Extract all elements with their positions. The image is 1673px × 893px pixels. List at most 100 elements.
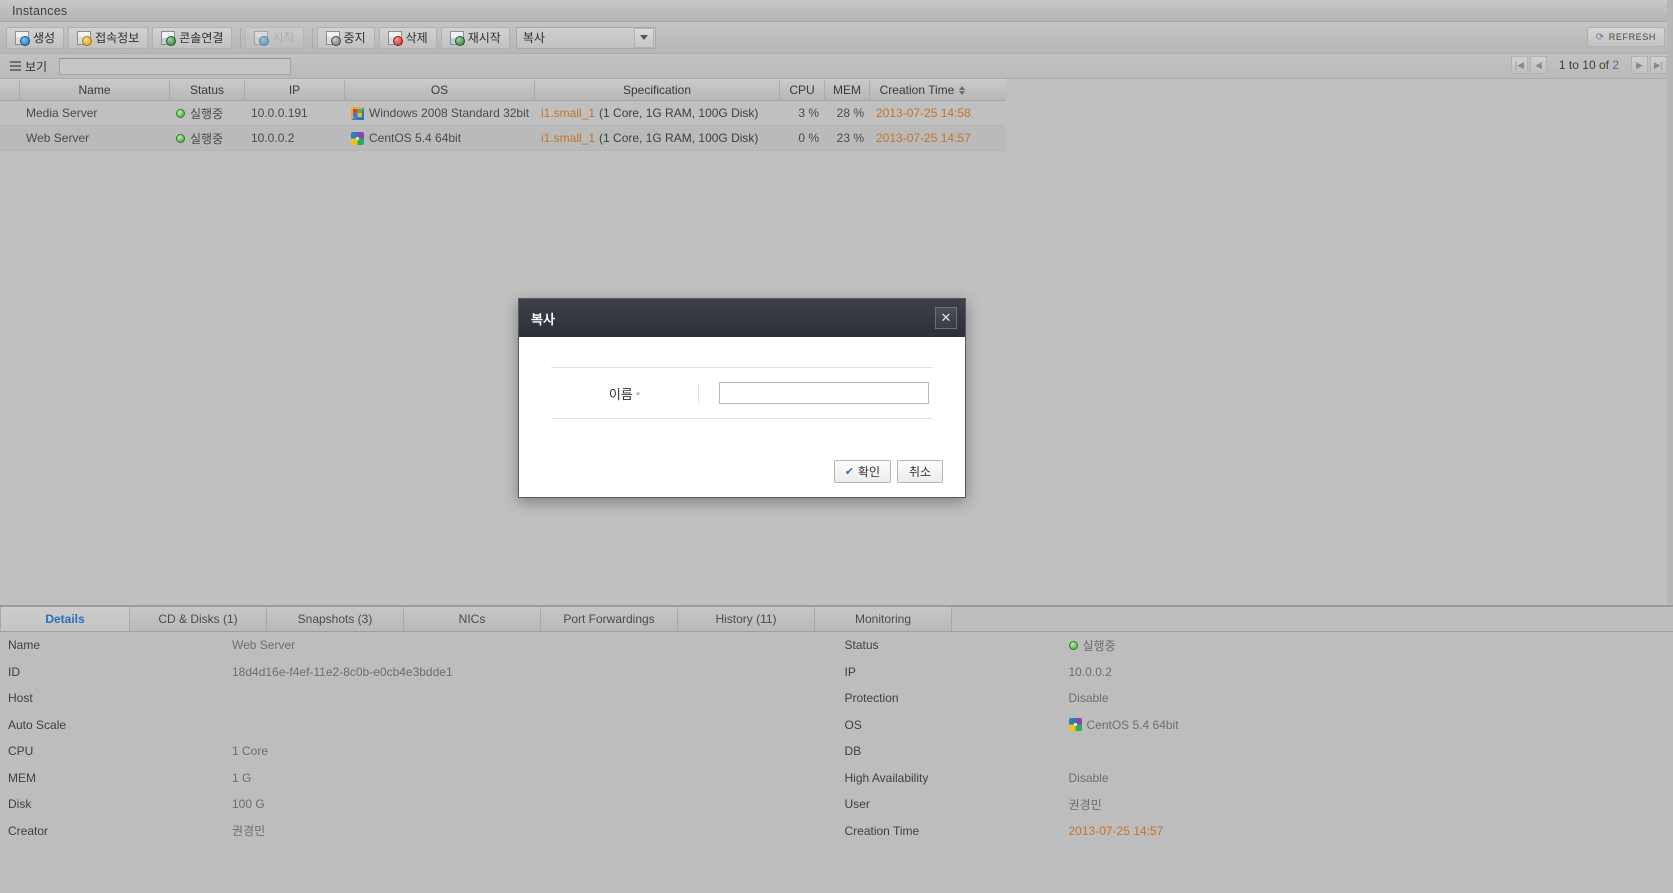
table-row[interactable]: Web Server 실행중 10.0.0.2 CentOS 5.4 64bit… xyxy=(0,126,1006,151)
detail-label-ip: IP xyxy=(844,664,856,679)
column-header-specification[interactable]: Specification xyxy=(535,80,780,100)
cancel-button[interactable]: 취소 xyxy=(897,460,943,483)
console-connect-button[interactable]: 콘솔연결 xyxy=(152,26,233,49)
detail-row-cpu: CPU 1 Core xyxy=(0,738,837,765)
detail-label-disk: Disk xyxy=(8,797,32,812)
view-button[interactable]: 보기 xyxy=(6,58,51,75)
search-toolbar: 보기 |◀ ◀ 1 to 10 of 2 ▶ ▶| xyxy=(0,54,1673,79)
details-left-column: Name Web Server ID 18d4d16e-f4ef-11e2-8c… xyxy=(0,632,837,844)
windows-icon xyxy=(351,106,364,120)
dialog-name-label-text: 이름 xyxy=(608,386,633,402)
detail-value-creation-time: 2013-07-25 14:57 xyxy=(1068,823,1164,838)
start-icon xyxy=(254,30,270,46)
delete-button-label: 삭제 xyxy=(405,31,428,45)
connection-info-button[interactable]: 접속정보 xyxy=(68,26,149,49)
details-grid: Name Web Server ID 18d4d16e-f4ef-11e2-8c… xyxy=(0,632,1673,844)
cell-specification-detail: (1 Core, 1G RAM, 100G Disk) xyxy=(599,131,759,145)
list-icon xyxy=(10,60,21,72)
tab-snapshots[interactable]: Snapshots (3) xyxy=(267,607,404,631)
dialog-body: 이름 * xyxy=(519,337,965,419)
application-window: Instances 생성 접속정보 콘솔연결 시작 중지 삭제 재시작 복사 ⟳… xyxy=(0,0,1673,893)
stop-button[interactable]: 중지 xyxy=(316,26,375,49)
check-icon: ✔ xyxy=(844,466,854,478)
sort-icon xyxy=(959,85,966,95)
cell-name: Media Server xyxy=(26,106,98,120)
column-header-select[interactable] xyxy=(0,80,20,100)
cell-ip: 10.0.0.2 xyxy=(251,131,295,145)
search-input[interactable] xyxy=(59,57,292,75)
table-row[interactable]: Media Server 실행중 10.0.0.191 Windows 2008… xyxy=(0,101,1006,126)
action-combo[interactable]: 복사 xyxy=(515,26,656,49)
column-header-status[interactable]: Status xyxy=(170,80,245,100)
cell-specification: i1.small_1 (1 Core, 1G RAM, 100G Disk) xyxy=(535,106,780,120)
dialog-header: 복사 ✕ xyxy=(519,299,965,337)
start-button: 시작 xyxy=(245,26,304,49)
chevron-down-icon[interactable] xyxy=(633,27,654,48)
pagination-range-prefix: 1 to 10 of xyxy=(1558,58,1609,72)
detail-label-creator: Creator xyxy=(8,823,49,838)
detail-row-ip: IP 10.0.0.2 xyxy=(837,659,1673,686)
details-tabs: Details CD & Disks (1) Snapshots (3) NIC… xyxy=(0,607,1673,632)
prev-page-button[interactable]: ◀ xyxy=(1529,56,1547,74)
cell-specification-detail: (1 Core, 1G RAM, 100G Disk) xyxy=(599,106,759,120)
detail-label-status: Status xyxy=(844,638,879,653)
create-button[interactable]: 생성 xyxy=(6,26,65,49)
column-header-os[interactable]: OS xyxy=(345,80,535,100)
cell-mem: 23 % xyxy=(836,131,864,145)
column-header-creation-time-label: Creation Time xyxy=(879,83,955,97)
detail-value-mem: 1 G xyxy=(232,770,252,785)
toolbar-separator-2 xyxy=(311,27,313,48)
cell-status-label: 실행중 xyxy=(190,106,224,121)
column-header-name[interactable]: Name xyxy=(20,80,170,100)
cell-creation-time: 2013-07-25 14:58 xyxy=(876,106,971,120)
detail-label-user: User xyxy=(844,797,870,812)
detail-row-host: Host xyxy=(0,685,837,712)
cell-specification-name: i1.small_1 xyxy=(541,106,596,120)
refresh-icon: ⟳ xyxy=(1595,31,1605,43)
tab-monitoring[interactable]: Monitoring xyxy=(815,607,952,631)
detail-row-auto-scale: Auto Scale xyxy=(0,712,837,739)
cell-os: CentOS 5.4 64bit xyxy=(345,131,535,145)
cell-specification: i1.small_1 (1 Core, 1G RAM, 100G Disk) xyxy=(535,131,780,145)
tab-history[interactable]: History (11) xyxy=(678,607,815,631)
detail-value-cpu: 1 Core xyxy=(232,744,269,759)
console-connect-button-label: 콘솔연결 xyxy=(179,31,224,45)
refresh-button[interactable]: ⟳ REFRESH xyxy=(1586,27,1665,47)
detail-value-creator: 권경민 xyxy=(232,824,266,839)
detail-label-auto-scale: Auto Scale xyxy=(8,717,67,732)
detail-row-creator: Creator 권경민 xyxy=(0,818,837,845)
tab-nics[interactable]: NICs xyxy=(404,607,541,631)
detail-row-user: User 권경민 xyxy=(837,791,1673,818)
console-icon xyxy=(161,30,177,46)
next-page-button[interactable]: ▶ xyxy=(1631,56,1648,74)
detail-label-host: Host xyxy=(8,691,33,706)
delete-button[interactable]: 삭제 xyxy=(378,26,437,49)
tab-port-forwardings[interactable]: Port Forwardings xyxy=(541,607,678,631)
detail-label-cpu: CPU xyxy=(8,744,34,759)
detail-row-disk: Disk 100 G xyxy=(0,791,837,818)
column-header-cpu[interactable]: CPU xyxy=(780,80,825,100)
copy-dialog: 복사 ✕ 이름 * ✔ 확인 취소 xyxy=(518,298,966,498)
first-page-button[interactable]: |◀ xyxy=(1510,56,1528,74)
confirm-button[interactable]: ✔ 확인 xyxy=(833,460,891,483)
confirm-button-label: 확인 xyxy=(857,465,880,479)
detail-label-protection: Protection xyxy=(844,691,899,706)
tab-details[interactable]: Details xyxy=(0,607,130,631)
vertical-scrollbar[interactable] xyxy=(1667,0,1673,608)
detail-value-disk: 100 G xyxy=(232,797,265,812)
last-page-button[interactable]: ▶| xyxy=(1650,56,1667,74)
close-icon[interactable]: ✕ xyxy=(935,307,957,329)
restart-button[interactable]: 재시작 xyxy=(440,26,510,49)
column-header-ip[interactable]: IP xyxy=(245,80,345,100)
status-running-icon xyxy=(176,108,185,118)
cell-os: Windows 2008 Standard 32bit xyxy=(345,106,535,120)
column-header-mem[interactable]: MEM xyxy=(825,80,870,100)
column-header-creation-time[interactable]: Creation Time xyxy=(870,80,975,100)
tab-cd-disks[interactable]: CD & Disks (1) xyxy=(130,607,267,631)
detail-row-status: Status 실행중 xyxy=(837,632,1673,659)
dialog-name-input[interactable] xyxy=(719,382,929,404)
detail-value-protection: Disable xyxy=(1068,691,1109,706)
cell-name: Web Server xyxy=(26,131,90,145)
details-right-column: Status 실행중 IP 10.0.0.2 Protection Disabl… xyxy=(837,632,1673,844)
cell-status: 실행중 xyxy=(170,105,245,122)
